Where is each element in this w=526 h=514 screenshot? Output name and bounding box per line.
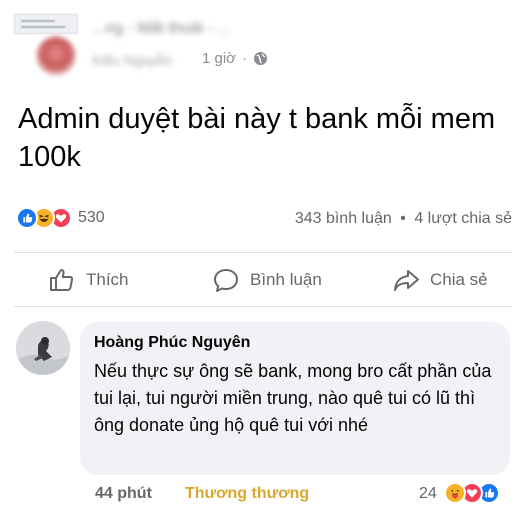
comment-icon <box>214 269 238 292</box>
post-stats: 343 bình luận • 4 lượt chia sẻ <box>295 210 512 228</box>
like-label: Thích <box>86 270 129 289</box>
author-avatar[interactable] <box>36 36 76 76</box>
like-button[interactable]: Thích <box>48 266 129 294</box>
group-name[interactable]: ...ng - Mất thoải - ... <box>92 20 231 38</box>
share-label: Chia sẻ <box>430 270 488 289</box>
post-meta: 1 giờ · <box>202 50 268 67</box>
divider-bottom <box>14 306 512 307</box>
divider-top <box>14 252 512 253</box>
post-time[interactable]: 1 giờ <box>202 50 236 67</box>
reaction-count: 530 <box>78 209 105 226</box>
share-count[interactable]: 4 lượt chia sẻ <box>414 210 512 227</box>
commenter-avatar[interactable] <box>16 321 70 375</box>
thumbs-up-icon <box>50 269 74 291</box>
care-icon <box>444 482 466 504</box>
comment-button[interactable]: Bình luận <box>212 266 322 294</box>
comment-reaction-count: 24 <box>419 485 437 502</box>
post-text: Admin duyệt bài này t bank mỗi mem 100k <box>18 103 496 173</box>
group-avatar[interactable] <box>14 14 78 78</box>
comment-count[interactable]: 343 bình luận <box>295 210 392 227</box>
action-bar: Thích Bình luận Chia sẻ <box>0 258 526 304</box>
comment-footer: 44 phút Thương thương 24 <box>0 482 526 510</box>
group-thumbnail <box>14 14 78 34</box>
comment-bubble: Hoàng Phúc Nguyên Nếu thực sự ông sẽ ban… <box>80 322 510 475</box>
like-icon <box>16 207 38 229</box>
author-name[interactable]: Kiếu Nguyễn <box>92 52 172 68</box>
stats-separator: • <box>400 210 406 227</box>
share-icon <box>394 270 419 291</box>
post-header: ...ng - Mất thoải - ... Kiếu Nguyễn 1 gi… <box>14 14 514 78</box>
comment-reactions[interactable] <box>444 482 500 504</box>
comment-time[interactable]: 44 phút <box>95 485 152 503</box>
globe-icon <box>253 51 268 66</box>
comment-text: Nếu thực sự ông sẽ bank, mong bro cất ph… <box>94 361 492 435</box>
comment-label: Bình luận <box>250 270 322 289</box>
reaction-summary[interactable]: 530 <box>16 207 105 229</box>
comment-reaction-label[interactable]: Thương thương <box>185 485 309 503</box>
commenter-name[interactable]: Hoàng Phúc Nguyên <box>94 334 496 352</box>
meta-separator: · <box>242 50 248 67</box>
share-button[interactable]: Chia sẻ <box>392 266 488 294</box>
